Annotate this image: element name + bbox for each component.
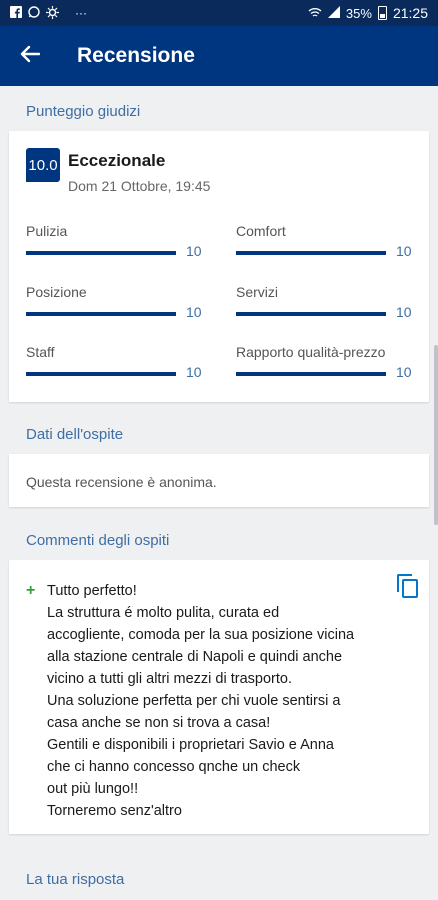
scores-card: 10.0 Eccezionale Dom 21 Ottobre, 19:45 P… [9, 131, 429, 402]
comment-text: Tutto perfetto! La struttura é molto puli… [47, 580, 387, 822]
category-name: Comfort [236, 223, 286, 239]
back-button[interactable] [0, 26, 60, 86]
comment-line: Torneremo senz'altro [47, 803, 182, 819]
signal-icon [327, 6, 340, 20]
category-name: Servizi [236, 284, 279, 300]
comment-line: che ci hanno concesso qnche un check [47, 759, 301, 775]
clock: 21:25 [392, 5, 428, 21]
battery-icon [377, 6, 387, 20]
comment-line: Tutto perfetto! [47, 583, 137, 599]
category-value: 10 [186, 304, 202, 320]
section-reply-title: La tua risposta [26, 871, 125, 888]
guest-card: Questa recensione è anonima. [9, 454, 429, 507]
score-badge: 10.0 [26, 148, 60, 182]
comment-line: alla stazione centrale di Napoli e quind… [47, 649, 343, 665]
score-bar [26, 251, 176, 255]
battery-percent: 35% [345, 5, 372, 21]
comment-line: accogliente, comoda per la sua posizione… [47, 627, 355, 643]
category-value: 10 [396, 304, 412, 320]
section-comments-title: Commenti degli ospiti [26, 532, 170, 549]
category-comfort: Comfort 10 [236, 223, 416, 259]
score-bar [236, 372, 386, 376]
copy-icon[interactable] [397, 574, 419, 598]
anonymous-note: Questa recensione è anonima. [26, 474, 217, 490]
category-name: Rapporto qualità-prezzo [236, 344, 386, 360]
score-bar [26, 312, 176, 316]
category-name: Pulizia [26, 223, 68, 239]
comment-line: Una soluzione perfetta per chi vuole sen… [47, 693, 341, 709]
positive-marker: + [26, 582, 36, 599]
more-icon: ··· [75, 6, 87, 20]
review-date: Dom 21 Ottobre, 19:45 [68, 178, 211, 194]
category-value: 10 [186, 243, 202, 259]
comment-line: out più lungo!! [47, 781, 139, 797]
category-name: Staff [26, 344, 55, 360]
facebook-icon [10, 6, 22, 20]
score-bar [236, 312, 386, 316]
back-arrow-icon [20, 42, 41, 70]
category-cleanliness: Pulizia 10 [26, 223, 206, 259]
category-value: 10 [186, 364, 202, 380]
category-location: Posizione 10 [26, 284, 206, 320]
status-bar: ··· 35% 21:25 [0, 0, 438, 26]
score-bar [236, 251, 386, 255]
category-value: 10 [396, 243, 412, 259]
category-staff: Staff 10 [26, 344, 206, 380]
whatsapp-icon [28, 6, 40, 20]
score-bar [26, 372, 176, 376]
category-name: Posizione [26, 284, 87, 300]
comment-line: La struttura é molto pulita, curata ed [47, 605, 280, 621]
status-right: 35% 21:25 [308, 5, 428, 21]
page-title: Recensione [77, 44, 195, 67]
status-left: ··· [10, 5, 87, 21]
comment-line: vicino a tutti gli altri mezzi di traspo… [47, 671, 292, 687]
app-bar: Recensione [0, 26, 438, 86]
comment-card: + Tutto perfetto! La struttura é molto pu… [9, 560, 429, 834]
comment-line: casa anche se non si trova a casa! [47, 715, 271, 731]
section-guest-title: Dati dell'ospite [26, 426, 124, 443]
wifi-icon [308, 7, 322, 20]
category-value: 10 [396, 364, 412, 380]
comment-line: Gentili e disponibili i proprietari Savi… [47, 737, 334, 753]
category-value-for-money: Rapporto qualità-prezzo 10 [236, 344, 416, 380]
settings-icon [46, 5, 59, 21]
rating-label: Eccezionale [68, 151, 166, 170]
section-scores-title: Punteggio giudizi [26, 103, 141, 120]
scrollbar[interactable] [434, 345, 438, 525]
category-services: Servizi 10 [236, 284, 416, 320]
